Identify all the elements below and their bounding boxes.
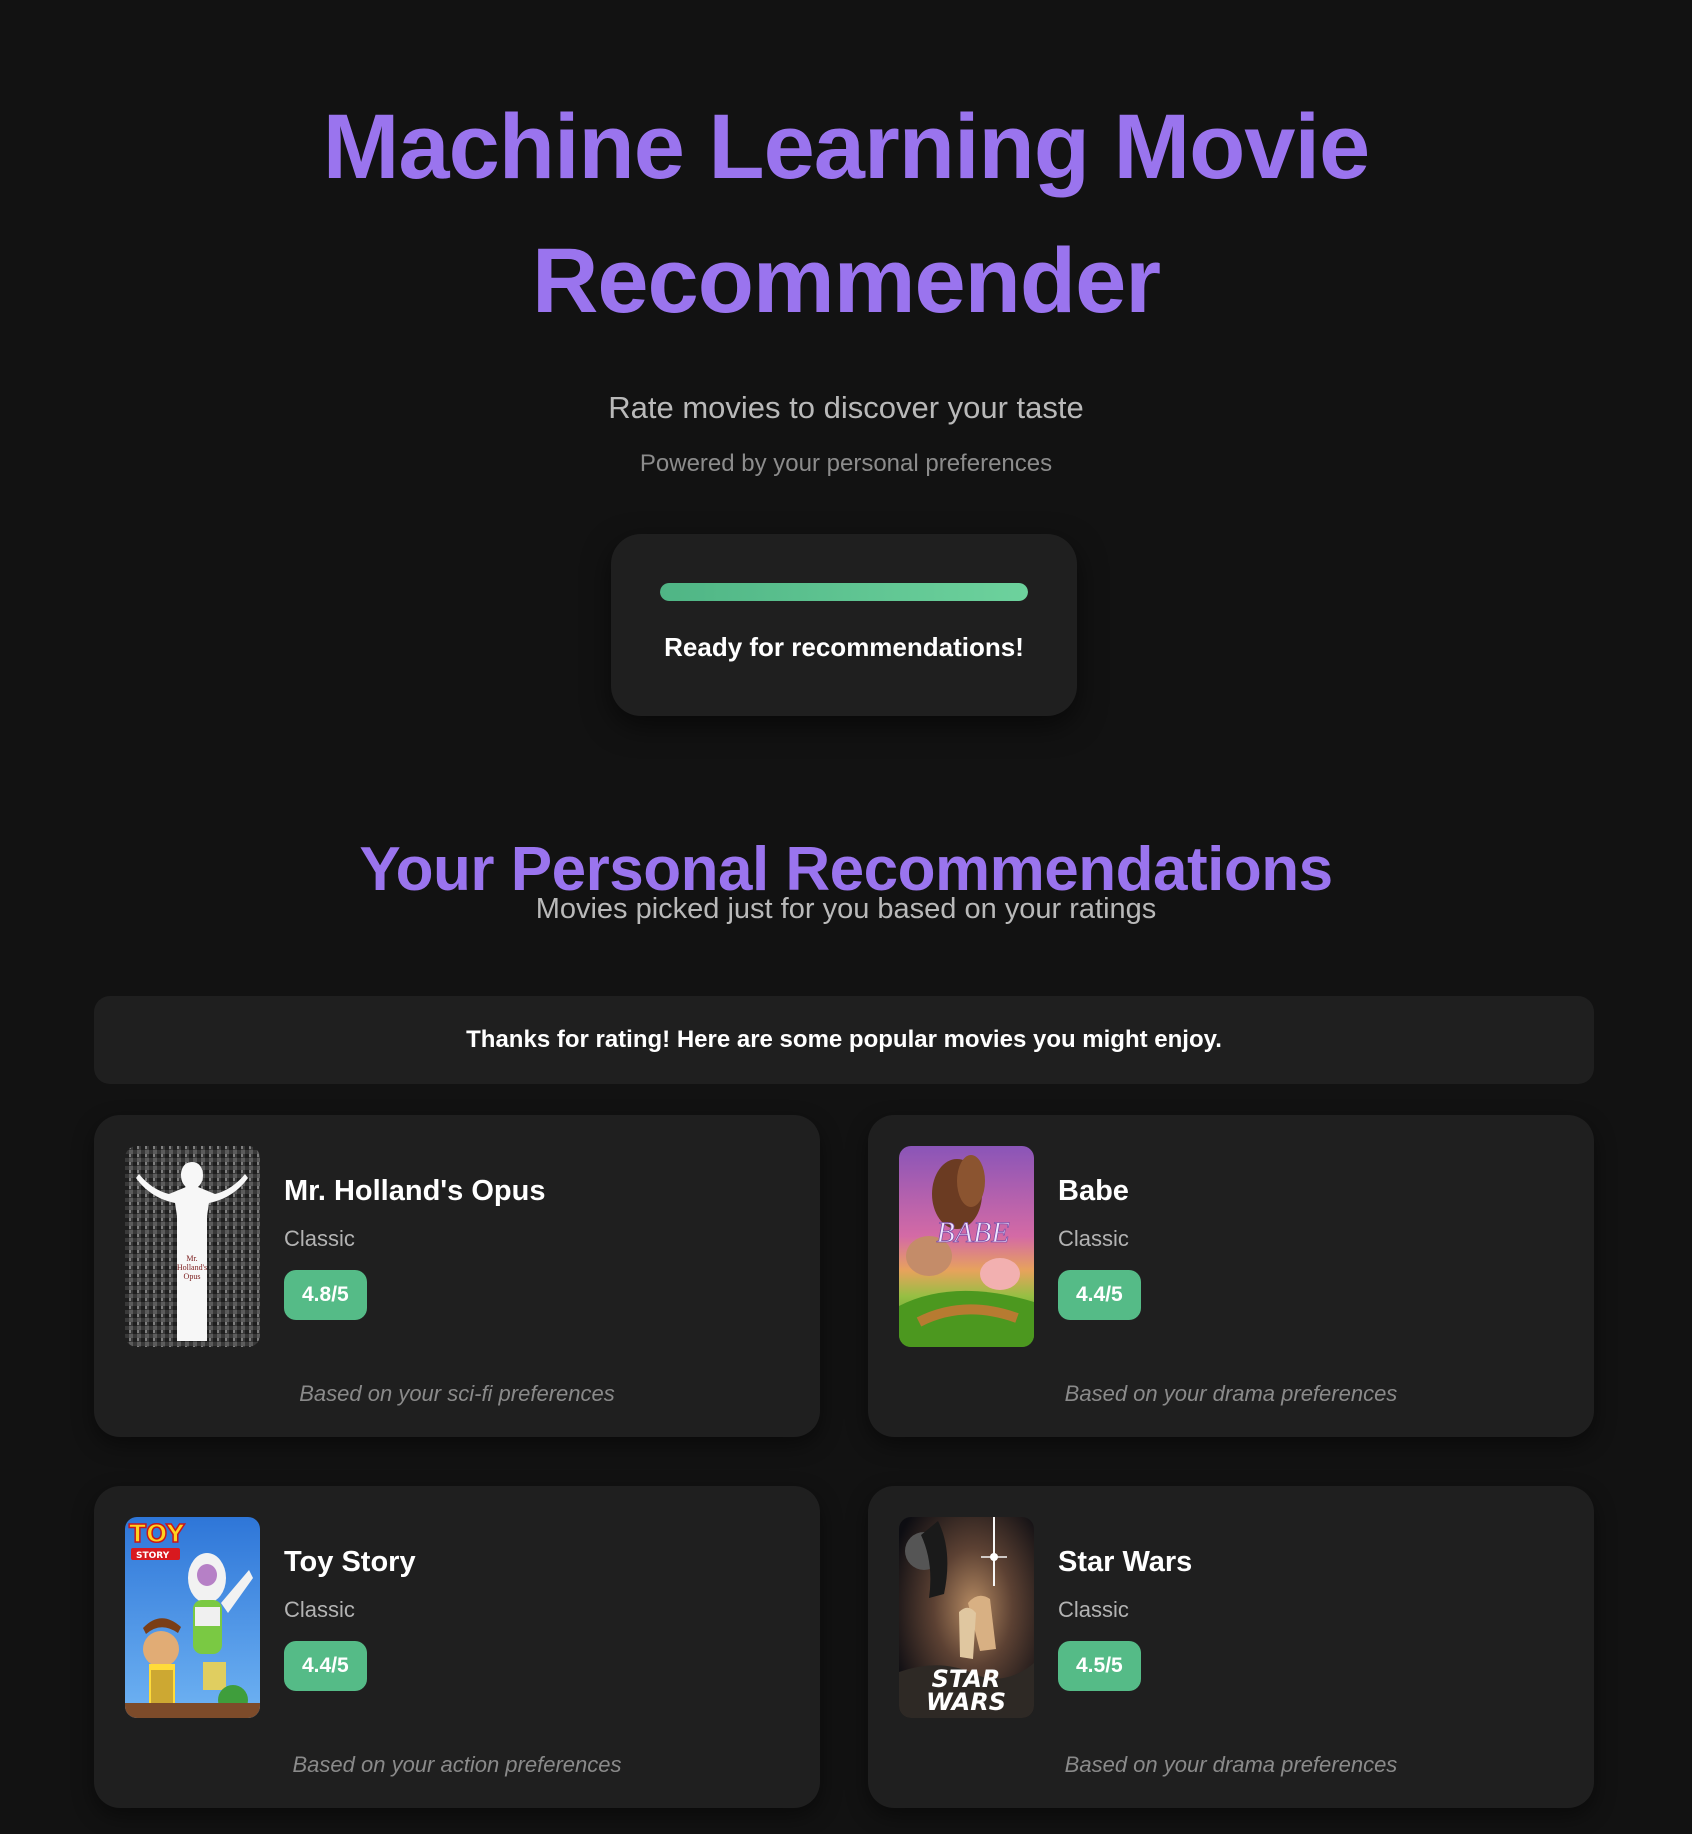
movie-grid: Mr. Holland's Opus Mr. Holland's Opus Cl… — [94, 1115, 1594, 1808]
movie-card-star-wars[interactable]: STAR WARS Star Wars Classic 4.5/5 Based … — [868, 1486, 1594, 1808]
progress-bar — [660, 583, 1028, 601]
page-title: Machine Learning Movie Recommender — [322, 96, 1370, 332]
progress-bar-fill — [660, 583, 1028, 601]
rating-badge: 4.4/5 — [284, 1641, 367, 1691]
powered-by-text: Powered by your personal preferences — [639, 450, 1053, 477]
movie-genre: Classic — [284, 1597, 355, 1622]
svg-text:BABE: BABE — [936, 1216, 1009, 1249]
movie-title: Toy Story — [284, 1546, 416, 1578]
recommendation-reason: Based on your action preferences — [292, 1752, 622, 1777]
movie-genre: Classic — [1058, 1597, 1129, 1622]
movie-card-toy-story[interactable]: TOY STORY Toy Story Classic 4.4/5 Based … — [94, 1486, 820, 1808]
recommendations-subtitle: Movies picked just for you based on your… — [535, 893, 1157, 925]
movie-title: Mr. Holland's Opus — [284, 1175, 546, 1207]
movie-title: Babe — [1058, 1175, 1129, 1207]
movie-poster-image: TOY STORY — [125, 1517, 260, 1718]
rating-badge: 4.5/5 — [1058, 1641, 1141, 1691]
rating-badge: 4.8/5 — [284, 1270, 367, 1320]
svg-text:TOY: TOY — [129, 1519, 185, 1548]
movie-poster-image: STAR WARS — [899, 1517, 1034, 1718]
movie-genre: Classic — [284, 1226, 355, 1251]
status-message: Ready for recommendations! — [664, 632, 1024, 662]
svg-text:Opus: Opus — [184, 1272, 201, 1281]
movie-poster-image: BABE — [899, 1146, 1034, 1347]
movie-card-babe[interactable]: BABE Babe Classic 4.4/5 Based on your dr… — [868, 1115, 1594, 1437]
recommendation-reason: Based on your drama preferences — [1064, 1752, 1398, 1777]
recommendation-reason: Based on your drama preferences — [1064, 1381, 1398, 1406]
movie-title: Star Wars — [1058, 1546, 1193, 1578]
movie-poster-image: Mr. Holland's Opus — [125, 1146, 260, 1347]
rating-badge: 4.4/5 — [1058, 1270, 1141, 1320]
page-subtitle: Rate movies to discover your taste — [608, 390, 1084, 425]
svg-text:WARS: WARS — [926, 1688, 1006, 1716]
status-card: Ready for recommendations! — [611, 534, 1077, 716]
recommendation-notice: Thanks for rating! Here are some popular… — [94, 996, 1594, 1084]
svg-text:Mr.: Mr. — [186, 1254, 197, 1263]
page-header: Machine Learning Movie Recommender Rate … — [0, 0, 1692, 480]
movie-card-mr-hollands-opus[interactable]: Mr. Holland's Opus Mr. Holland's Opus Cl… — [94, 1115, 820, 1437]
movie-genre: Classic — [1058, 1226, 1129, 1251]
recommendation-reason: Based on your sci-fi preferences — [299, 1381, 615, 1406]
svg-text:STORY: STORY — [136, 1551, 170, 1561]
svg-text:Holland's: Holland's — [177, 1263, 207, 1272]
